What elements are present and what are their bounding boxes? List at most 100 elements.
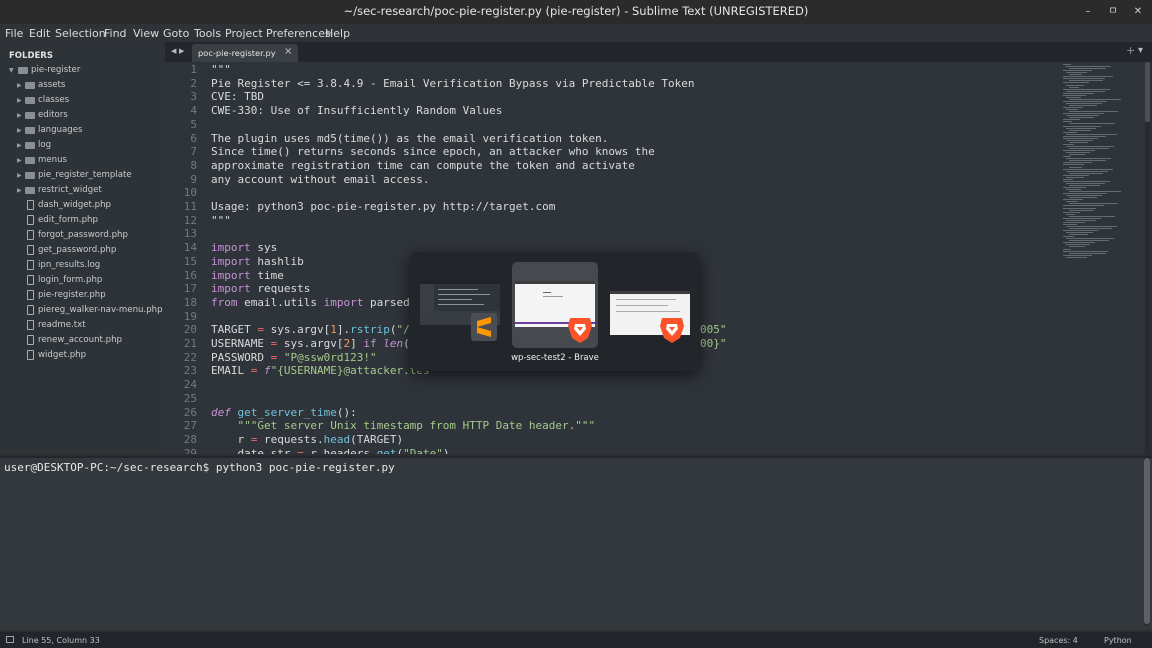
menu-selection[interactable]: Selection	[55, 27, 106, 40]
line-number: 22	[183, 350, 197, 364]
tree-file-get_password.php[interactable]: get_password.php	[0, 243, 165, 258]
editor-scrollbar[interactable]	[1145, 62, 1150, 454]
indentation-status[interactable]: Spaces: 4	[1039, 636, 1078, 645]
menu-file[interactable]: File	[5, 27, 23, 40]
tab-close-button[interactable]: ×	[284, 46, 292, 57]
minimap-line	[1063, 162, 1092, 164]
terminal-scrollbar[interactable]	[1144, 458, 1150, 626]
new-tab-button[interactable]: +	[1126, 44, 1135, 57]
tree-label: log	[38, 140, 52, 150]
line-number: 13	[183, 227, 197, 241]
syntax-status[interactable]: Python	[1104, 636, 1132, 645]
tree-folder-editors[interactable]: ▶ editors	[0, 108, 165, 123]
code-token: from	[211, 295, 238, 309]
menu-tools[interactable]: Tools	[194, 27, 221, 40]
tab-poc-pie-register[interactable]: poc-pie-register.py ×	[192, 44, 298, 62]
minimap-line	[1066, 170, 1108, 172]
minimap-line	[1066, 256, 1087, 258]
terminal-scroll-thumb[interactable]	[1144, 458, 1150, 624]
collapse-caret-icon[interactable]: ▶	[17, 183, 22, 198]
terminal-line: user@DESKTOP-PC:~/sec-research$ python3 …	[4, 461, 395, 474]
tree-file-piereg_walker-nav-menu.php[interactable]: piereg_walker-nav-menu.php	[0, 303, 165, 318]
tree-label: widget.php	[38, 350, 87, 360]
minimap-line	[1063, 82, 1089, 84]
tab-nav-right-button[interactable]: ▶	[179, 47, 184, 55]
tree-file-ipn_results.log[interactable]: ipn_results.log	[0, 258, 165, 273]
tree-folder-classes[interactable]: ▶ classes	[0, 93, 165, 108]
code-token: time	[250, 268, 284, 282]
tree-file-pie-register.php[interactable]: pie-register.php	[0, 288, 165, 303]
code-token: ].	[336, 323, 351, 337]
window-switcher: wp-sec-test2 - Brave	[410, 252, 700, 371]
expand-caret-icon[interactable]: ▼	[9, 63, 14, 78]
code-token: len	[383, 337, 404, 350]
code-token: import	[323, 295, 364, 309]
code-line: CWE-330: Use of Insufficiently Random Va…	[211, 104, 502, 118]
tab-nav-left-button[interactable]: ◀	[171, 47, 176, 55]
tree-folder-log[interactable]: ▶ log	[0, 138, 165, 153]
maximize-button[interactable]: ㅁ	[1103, 3, 1123, 21]
collapse-caret-icon[interactable]: ▶	[17, 138, 22, 153]
close-button[interactable]: ✕	[1128, 3, 1148, 21]
menu-goto[interactable]: Goto	[163, 27, 189, 40]
tree-label: languages	[38, 125, 83, 135]
tree-root-pie-register[interactable]: ▼ pie-register	[0, 63, 165, 78]
minimize-button[interactable]: –	[1078, 3, 1098, 21]
code-token: sys	[250, 241, 278, 255]
tree-folder-pie_register_template[interactable]: ▶ pie_register_template	[0, 168, 165, 183]
minimap[interactable]	[1063, 62, 1145, 262]
code-token: EMAIL	[211, 364, 251, 378]
file-icon	[27, 350, 34, 360]
menu-project[interactable]: Project	[225, 27, 263, 40]
code-token: requests	[250, 282, 311, 296]
tree-file-renew_account.php[interactable]: renew_account.php	[0, 333, 165, 348]
tree-folder-menus[interactable]: ▶ menus	[0, 153, 165, 168]
sublime-text-icon	[471, 313, 497, 341]
minimap-line	[1063, 78, 1105, 80]
terminal-panel[interactable]: user@DESKTOP-PC:~/sec-research$ python3 …	[0, 456, 1152, 630]
tree-file-widget.php[interactable]: widget.php	[0, 348, 165, 363]
tree-file-login_form.php[interactable]: login_form.php	[0, 273, 165, 288]
minimap-line	[1069, 117, 1094, 119]
minimap-line	[1066, 189, 1081, 191]
menu-preferences[interactable]: Preferences	[266, 27, 331, 40]
tree-file-forgot_password.php[interactable]: forgot_password.php	[0, 228, 165, 243]
minimap-line	[1066, 66, 1111, 68]
tab-overflow-button[interactable]: ▾	[1138, 45, 1143, 56]
terminal-prompt: user@DESKTOP-PC:~/sec-research$	[4, 461, 210, 474]
collapse-caret-icon[interactable]: ▶	[17, 93, 22, 108]
editor-scroll-thumb[interactable]	[1145, 62, 1150, 122]
menu-help[interactable]: Help	[325, 27, 350, 40]
line-number: 18	[183, 295, 197, 309]
code-line: approximate registration time can comput…	[211, 159, 635, 173]
line-number: 5	[190, 117, 197, 131]
code-token: )	[442, 446, 450, 454]
collapse-caret-icon[interactable]: ▶	[17, 108, 22, 123]
collapse-caret-icon[interactable]: ▶	[17, 168, 22, 183]
code-token: rstrip	[350, 323, 390, 337]
menu-view[interactable]: View	[133, 27, 159, 40]
panel-toggle-icon[interactable]	[6, 636, 14, 643]
collapse-caret-icon[interactable]: ▶	[17, 123, 22, 138]
minimap-line	[1069, 98, 1121, 100]
switcher-item-sublime[interactable]	[418, 262, 504, 348]
collapse-caret-icon[interactable]: ▶	[17, 78, 22, 93]
switcher-item-brave[interactable]	[606, 262, 692, 348]
menu-find[interactable]: Find	[104, 27, 127, 40]
tree-folder-languages[interactable]: ▶ languages	[0, 123, 165, 138]
folders-header: FOLDERS	[9, 51, 53, 61]
menu-edit[interactable]: Edit	[29, 27, 50, 40]
minimap-line	[1069, 111, 1118, 113]
tree-file-edit_form.php[interactable]: edit_form.php	[0, 213, 165, 228]
code-token: 1	[330, 323, 337, 337]
tree-file-readme.txt[interactable]: readme.txt	[0, 318, 165, 333]
terminal-command: python3 poc-pie-register.py	[209, 461, 395, 474]
tree-folder-assets[interactable]: ▶ assets	[0, 78, 165, 93]
folder-icon	[25, 187, 35, 194]
collapse-caret-icon[interactable]: ▶	[17, 153, 22, 168]
tree-folder-restrict_widget[interactable]: ▶ restrict_widget	[0, 183, 165, 198]
tree-file-dash_widget.php[interactable]: dash_widget.php	[0, 198, 165, 213]
switcher-item-brave-selected[interactable]	[512, 262, 598, 348]
code-token: requests.	[257, 432, 324, 446]
